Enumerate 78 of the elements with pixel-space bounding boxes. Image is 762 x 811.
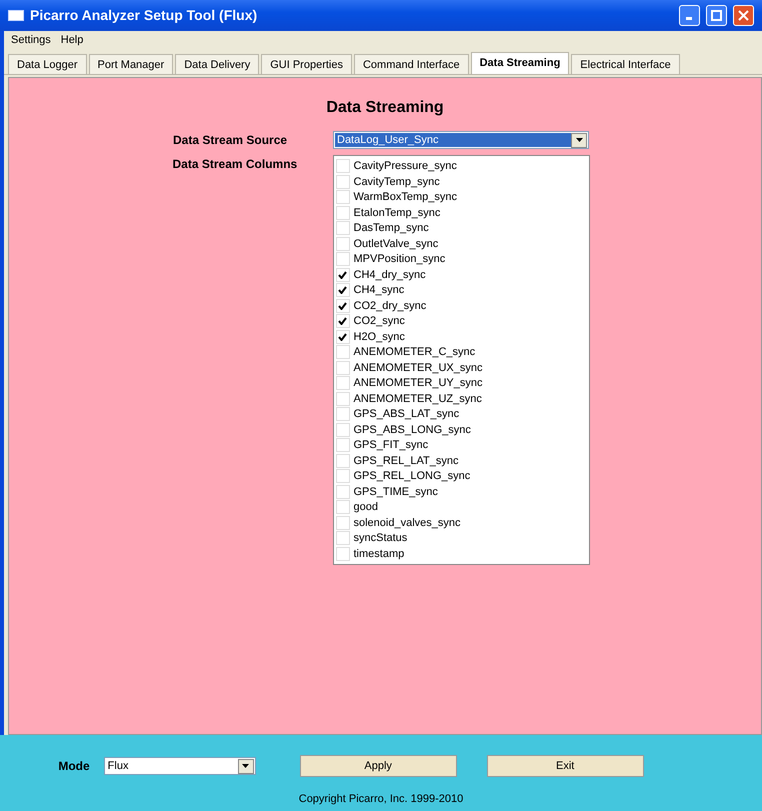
checkbox[interactable] (336, 500, 350, 514)
column-option: CH4_sync (354, 282, 404, 298)
tab[interactable]: Command Interface (354, 54, 469, 74)
checkbox[interactable] (336, 174, 350, 189)
action-button[interactable]: Exit (486, 755, 644, 777)
column-option: WarmBoxTemp_sync (354, 189, 458, 206)
checkbox[interactable] (336, 516, 350, 530)
column-option: ANEMOMETER_UY_sync (354, 375, 482, 392)
column-option: OutletValve_sync (354, 236, 438, 252)
column-option: CavityTemp_sync (354, 174, 440, 190)
source-dropdown[interactable]: DataLog_User_Sync (333, 131, 589, 149)
copyright-text: Copyright Picarro, Inc. 1999-2010 (298, 792, 464, 807)
checkbox[interactable] (336, 221, 350, 236)
checkbox[interactable] (336, 236, 350, 251)
window-title: Picarro Analyzer Setup Tool (Flux) (30, 6, 258, 25)
column-option: good (354, 499, 378, 516)
mode-dropdown[interactable]: Flux (104, 757, 256, 775)
tab[interactable]: Data Logger (8, 54, 87, 74)
close-icon (738, 10, 749, 21)
column-option: CO2_dry_sync (354, 298, 426, 314)
column-option: MPVPosition_sync (354, 251, 446, 268)
checkbox[interactable] (336, 330, 350, 344)
column-option: GPS_ABS_LONG_sync (354, 422, 471, 438)
checkbox[interactable] (336, 298, 350, 313)
checkbox[interactable] (336, 531, 350, 546)
action-button[interactable]: Apply (300, 755, 457, 777)
checkbox[interactable] (336, 454, 350, 468)
page-heading: Data Streaming (326, 98, 444, 118)
column-option: syncStatus (354, 530, 408, 546)
checkbox[interactable] (336, 469, 350, 484)
field-label: Data Stream Source (173, 132, 288, 149)
checkbox[interactable] (336, 314, 350, 328)
column-option: DasTemp_sync (354, 220, 429, 236)
checkbox[interactable] (336, 345, 350, 360)
column-option: CO2_sync (354, 313, 405, 330)
column-option: GPS_TIME_sync (354, 484, 438, 500)
column-option: GPS_REL_LAT_sync (354, 452, 458, 469)
column-option: GPS_FIT_sync (354, 437, 428, 454)
column-option: GPS_REL_LONG_sync (354, 468, 470, 484)
checkbox[interactable] (336, 484, 350, 499)
tab[interactable]: Data Streaming (470, 52, 570, 74)
checkbox[interactable] (336, 392, 350, 406)
column-option: GPS_ABS_LAT_sync (354, 406, 460, 422)
checkbox[interactable] (336, 546, 350, 561)
checkbox[interactable] (336, 283, 350, 298)
checkbox[interactable] (336, 159, 350, 174)
column-option: CH4_dry_sync (354, 266, 426, 283)
checkbox[interactable] (336, 438, 350, 452)
column-option: CavityPressure_sync (354, 158, 457, 174)
field-label: Mode (58, 758, 90, 775)
menu-item[interactable]: Settings (8, 32, 54, 49)
checkbox[interactable] (336, 376, 350, 390)
maximize-button[interactable] (706, 5, 727, 26)
column-option: ANEMOMETER_UX_sync (354, 360, 482, 376)
checkbox[interactable] (336, 407, 350, 422)
app-icon (8, 10, 24, 21)
minimize-button[interactable] (679, 5, 700, 26)
column-option: H2O_sync (354, 328, 405, 345)
checkbox[interactable] (336, 190, 350, 204)
checkbox[interactable] (336, 360, 350, 375)
checkbox[interactable] (336, 268, 350, 282)
tab[interactable]: Electrical Interface (571, 54, 680, 74)
tab[interactable]: Port Manager (88, 54, 174, 74)
close-button[interactable] (733, 5, 754, 26)
column-option: ANEMOMETER_UZ_sync (354, 390, 482, 407)
tab[interactable]: Data Delivery (175, 54, 260, 74)
tab[interactable]: GUI Properties (261, 54, 352, 74)
checkbox[interactable] (336, 206, 350, 220)
menu-item[interactable]: Help (58, 32, 86, 49)
checkbox[interactable] (336, 422, 350, 437)
column-option: ANEMOMETER_C_sync (354, 344, 476, 360)
columns-listbox[interactable] (332, 154, 590, 564)
checkbox[interactable] (336, 252, 350, 266)
column-option: EtalonTemp_sync (354, 204, 440, 221)
field-label: Data Stream Columns (172, 156, 298, 172)
maximize-icon (711, 10, 722, 21)
column-option: timestamp (354, 546, 404, 562)
column-option: solenoid_valves_sync (354, 514, 461, 531)
